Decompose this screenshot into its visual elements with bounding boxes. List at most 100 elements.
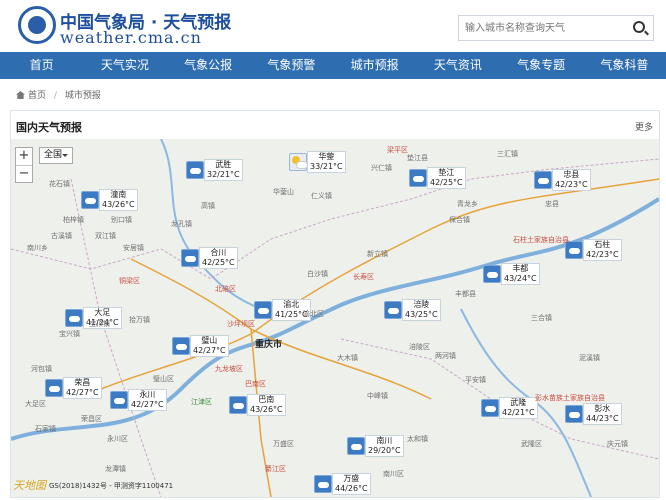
map-place-label: 梁平区 bbox=[387, 146, 408, 154]
forecast-panel: 国内天气预报 更多 + − 全国 重庆市 武胜 32/21°C 华蓥 33/21°C… bbox=[10, 110, 660, 498]
map-place-label: 璧山区 bbox=[153, 375, 174, 383]
city-temp: 33/21°C bbox=[310, 162, 343, 171]
map-place-label: 太和镇 bbox=[407, 435, 428, 443]
city-marker[interactable]: 潼南 43/26°C bbox=[81, 189, 138, 211]
map-place-label: 江津区 bbox=[191, 398, 212, 406]
map-place-label: 华蓥山 bbox=[273, 188, 294, 196]
city-marker[interactable]: 永川 42/27°C bbox=[110, 389, 167, 411]
city-name: 垫江 bbox=[438, 168, 455, 177]
city-name: 南川 bbox=[376, 436, 393, 445]
nav-item-warning[interactable]: 气象预警 bbox=[250, 52, 333, 79]
main-nav: 首页 天气实况 气象公报 气象预警 城市预报 天气资讯 气象专题 气象科普 bbox=[0, 52, 666, 79]
map-place-label: 垫江县 bbox=[407, 154, 428, 162]
city-marker[interactable]: 璧山 42/27°C bbox=[172, 335, 229, 357]
city-temp: 42/27°C bbox=[66, 388, 99, 397]
nav-item-science[interactable]: 气象科普 bbox=[583, 52, 666, 79]
site-subtitle: weather.cma.cn bbox=[60, 28, 202, 47]
breadcrumb-home[interactable]: 首页 bbox=[28, 91, 46, 101]
rain-icon bbox=[110, 391, 128, 409]
city-temp: 42/27°C bbox=[193, 346, 226, 355]
city-name: 石柱 bbox=[594, 240, 611, 249]
city-name: 万盛 bbox=[343, 474, 360, 483]
map-place-label: 中峰镇 bbox=[367, 392, 388, 400]
map-place-label: 安居镇 bbox=[123, 244, 144, 252]
nav-item-city-forecast[interactable]: 城市预报 bbox=[333, 52, 416, 79]
search-box bbox=[458, 15, 654, 41]
map-place-label: 保合镇 bbox=[449, 216, 470, 224]
cloud-icon bbox=[45, 379, 63, 397]
nav-item-topics[interactable]: 气象专题 bbox=[500, 52, 583, 79]
map-place-label: 长寿区 bbox=[353, 273, 374, 281]
city-name: 大足 bbox=[94, 308, 111, 317]
city-name: 武隆 bbox=[510, 398, 527, 407]
map-place-label: 忠县 bbox=[545, 200, 559, 208]
map-place-label: 三合镇 bbox=[531, 314, 552, 322]
city-temp: 42/25°C bbox=[430, 178, 463, 187]
city-marker[interactable]: 荣昌 42/27°C bbox=[45, 377, 102, 399]
city-name: 渝北 bbox=[283, 300, 300, 309]
cma-logo-icon[interactable] bbox=[18, 6, 56, 44]
city-name: 合川 bbox=[210, 248, 227, 257]
rain-icon bbox=[347, 437, 365, 455]
map-place-label: 柏梓镇 bbox=[63, 216, 84, 224]
city-search-input[interactable] bbox=[465, 16, 625, 41]
nav-item-live[interactable]: 天气实况 bbox=[83, 52, 166, 79]
city-name: 华蓥 bbox=[318, 152, 335, 161]
map-place-label: 白沙镇 bbox=[307, 270, 328, 278]
more-link[interactable]: 更多 bbox=[635, 120, 653, 133]
zoom-out-button[interactable]: − bbox=[16, 165, 32, 182]
map-place-label: 万盛区 bbox=[273, 440, 294, 448]
city-marker[interactable]: 丰都 43/24°C bbox=[483, 263, 540, 285]
search-icon[interactable] bbox=[633, 21, 645, 33]
city-temp: 42/27°C bbox=[131, 400, 164, 409]
map-place-label: 古溪镇 bbox=[51, 232, 72, 240]
city-temp: 29/20°C bbox=[368, 446, 401, 455]
city-marker[interactable]: 万盛 44/26°C bbox=[314, 473, 371, 495]
cloud-icon bbox=[483, 265, 501, 283]
map-place-label: 宝顶镇 bbox=[89, 320, 110, 328]
nav-item-bulletin[interactable]: 气象公报 bbox=[167, 52, 250, 79]
forecast-map[interactable]: + − 全国 重庆市 武胜 32/21°C 华蓥 33/21°C 垫江 42/25°C… bbox=[11, 139, 659, 497]
city-marker[interactable]: 巴南 43/26°C bbox=[229, 394, 286, 416]
nav-item-home[interactable]: 首页 bbox=[0, 52, 83, 79]
map-place-label: 拾万镇 bbox=[129, 316, 150, 324]
map-place-label: 永川区 bbox=[107, 435, 128, 443]
map-place-label: 兴仁镇 bbox=[371, 164, 392, 172]
map-place-label: 仁义镇 bbox=[311, 192, 332, 200]
map-place-label: 荣昌区 bbox=[81, 415, 102, 423]
map-place-label: 沙坪坝区 bbox=[227, 320, 255, 328]
city-temp: 43/26°C bbox=[102, 200, 135, 209]
city-marker[interactable]: 彭水 44/23°C bbox=[565, 403, 622, 425]
city-marker[interactable]: 石柱 42/23°C bbox=[565, 239, 622, 261]
city-marker[interactable]: 南川 29/20°C bbox=[347, 435, 404, 457]
cloud-icon bbox=[565, 405, 583, 423]
city-name: 巴南 bbox=[258, 395, 275, 404]
panel-title: 国内天气预报 bbox=[16, 121, 82, 134]
cloud-icon bbox=[481, 399, 499, 417]
cloud-icon bbox=[172, 337, 190, 355]
map-place-label: 龙潭镇 bbox=[105, 465, 126, 473]
city-marker[interactable]: 忠县 42/23°C bbox=[534, 169, 591, 191]
map-place-label: 宝兴镇 bbox=[59, 330, 80, 338]
map-place-label: 石柱土家族自治县 bbox=[513, 236, 569, 244]
city-temp: 32/21°C bbox=[207, 170, 240, 179]
map-watermark: 天地图 bbox=[13, 479, 46, 492]
nav-item-news[interactable]: 天气资讯 bbox=[416, 52, 499, 79]
map-place-label: 南川乡 bbox=[27, 244, 48, 252]
map-place-label: 青龙乡 bbox=[457, 200, 478, 208]
city-marker[interactable]: 武隆 42/21°C bbox=[481, 397, 538, 419]
zoom-in-button[interactable]: + bbox=[16, 148, 32, 165]
map-place-label: 两河镇 bbox=[435, 352, 456, 360]
city-name: 潼南 bbox=[110, 190, 127, 199]
city-temp: 42/23°C bbox=[555, 180, 588, 189]
city-marker[interactable]: 华蓥 33/21°C bbox=[289, 151, 346, 173]
city-temp: 44/26°C bbox=[335, 484, 368, 493]
city-marker[interactable]: 涪陵 43/25°C bbox=[384, 299, 441, 321]
map-place-label: 武隆区 bbox=[521, 440, 542, 448]
city-marker[interactable]: 垫江 42/25°C bbox=[409, 167, 466, 189]
city-marker[interactable]: 合川 42/25°C bbox=[181, 247, 238, 269]
city-marker[interactable]: 武胜 32/21°C bbox=[186, 159, 243, 181]
sun-cloud-icon bbox=[289, 153, 308, 171]
cloud-icon bbox=[229, 396, 247, 414]
region-select[interactable]: 全国 bbox=[39, 147, 73, 164]
